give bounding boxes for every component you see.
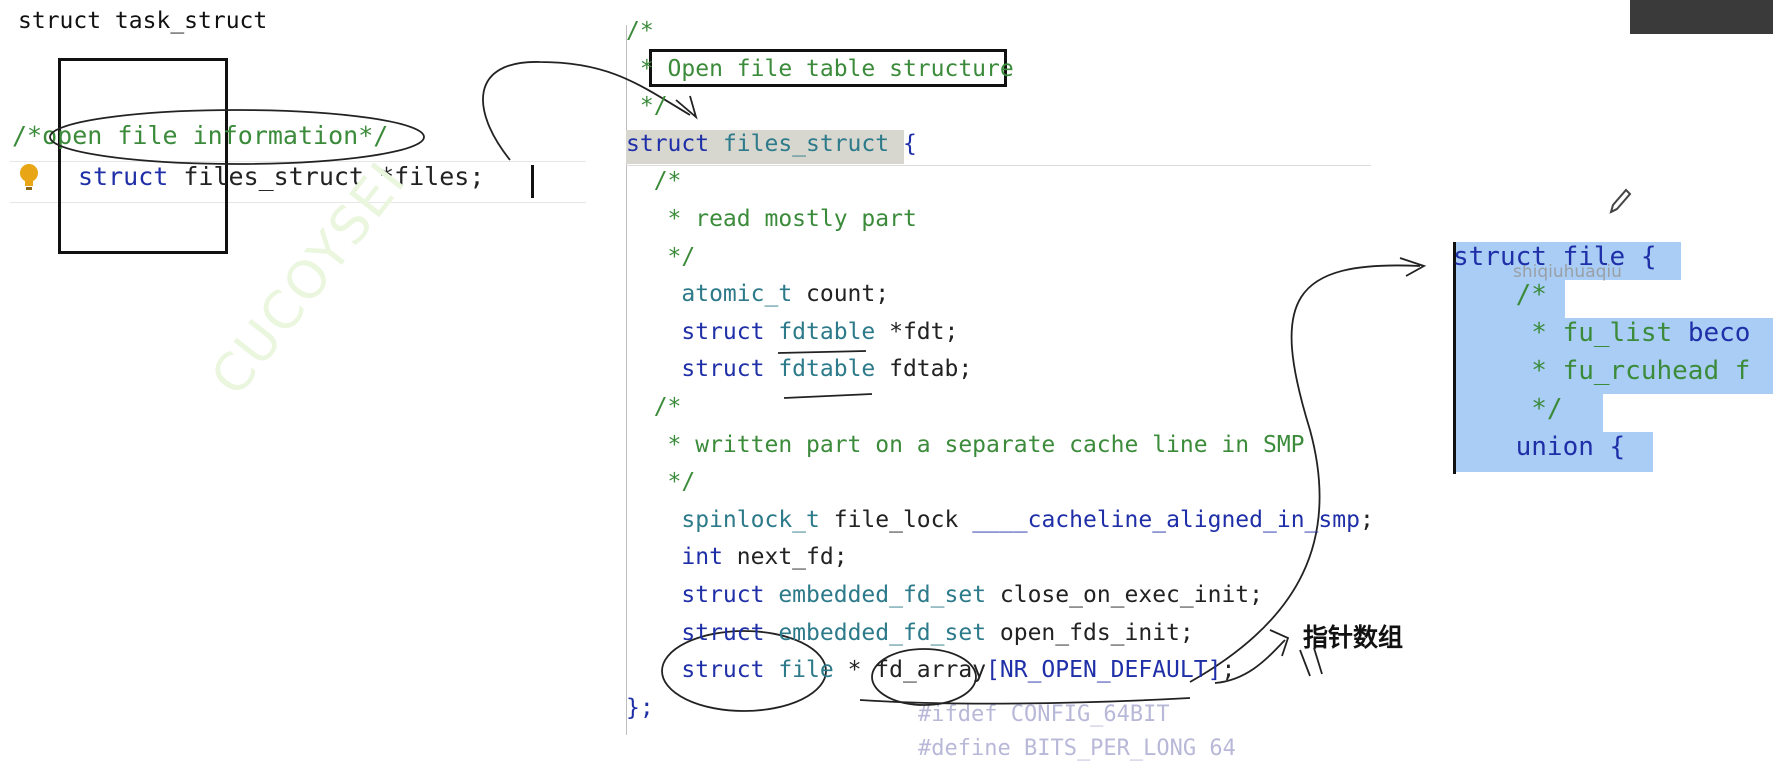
task-struct-title: struct task_struct <box>18 8 268 34</box>
editor-code-token: ; <box>1221 657 1236 684</box>
open-file-info-comment: /*open file information*/ <box>12 121 388 150</box>
editor-code-token: close_on_exec_init; <box>986 582 1263 608</box>
editor-code-token: next_fd; <box>722 544 848 571</box>
editor-code-line: /* <box>626 18 654 44</box>
pointer-array-label: 指针数组 <box>1303 623 1404 652</box>
editor-code-line: * Open file table structure <box>626 56 1014 82</box>
editor-code-line: * written part on a separate cache line … <box>626 432 1305 458</box>
editor-code-token: files_struct <box>722 130 890 157</box>
editor-code-token: count; <box>792 281 890 308</box>
file-struct-code-line: /* <box>1453 280 1547 310</box>
lightbulb-icon[interactable] <box>18 163 40 193</box>
editor-code-token: * written part on a separate cache line … <box>626 431 1305 458</box>
editor-code-token: ; <box>1359 506 1374 533</box>
file-struct-code-line: struct file { <box>1453 242 1657 272</box>
editor-code-line: */ <box>626 93 668 119</box>
editor-code-token: fdtab; <box>875 356 973 383</box>
editor-code-line: struct fdtable *fdt; <box>626 319 958 345</box>
editor-code-token: struct <box>626 582 779 608</box>
faded-code-line-2: #define BITS_PER_LONG 64 <box>918 736 1236 761</box>
editor-code-line: struct files_struct { <box>626 131 917 157</box>
editor-code-token: * read mostly part <box>626 206 917 232</box>
text-caret <box>531 165 534 198</box>
editor-code-line: /* <box>626 394 682 420</box>
underline-fdtable-1 <box>777 350 867 354</box>
editor-code-line: struct file * fd_array[NR_OPEN_DEFAULT]; <box>626 657 1235 683</box>
editor-code-token: *fdt; <box>875 318 959 345</box>
editor-code-line: struct embedded_fd_set close_on_exec_ini… <box>626 582 1263 608</box>
file-struct-code-token: * fu_list <box>1453 318 1688 348</box>
editor-code-token: /* <box>626 18 654 44</box>
comment-close: */ <box>358 121 389 150</box>
editor-code-token: { <box>889 130 917 157</box>
file-struct-code-token: beco <box>1687 318 1751 348</box>
editor-code-token: embedded_fd_set <box>778 619 987 646</box>
annotation-box-left <box>58 58 228 254</box>
editor-code-token: struct <box>626 318 779 345</box>
editor-code-line: struct embedded_fd_set open_fds_init; <box>626 619 1194 646</box>
editor-code-line: atomic_t count; <box>626 281 889 307</box>
file-struct-code-line: * fu_list beco <box>1453 318 1750 348</box>
editor-code-token: spinlock_t <box>626 506 820 533</box>
editor-code-token: }; <box>626 694 654 721</box>
file-struct-code-token: */ <box>1453 394 1563 424</box>
editor-code-line: struct fdtable fdtab; <box>626 356 972 382</box>
editor-code-token: atomic_t <box>626 281 793 308</box>
editor-current-line-border <box>626 165 1371 166</box>
faded-code-line-1: #ifdef CONFIG_64BIT <box>918 702 1170 727</box>
editor-code-token: /* <box>626 168 682 195</box>
struct-keyword: struct <box>78 162 169 191</box>
editor-code-token: /* <box>626 394 682 420</box>
files-field-declaration[interactable]: struct files_struct *files; <box>78 162 484 191</box>
editor-code-token: * fd_array <box>833 657 987 684</box>
editor-code-line: }; <box>626 695 654 721</box>
editor-code-token: file_lock <box>819 506 973 533</box>
editor-code-token: */ <box>626 469 696 496</box>
editor-code-token: int <box>626 544 723 571</box>
file-struct-code-line: * fu_rcuhead f <box>1453 356 1750 386</box>
file-struct-code-line: union { <box>1453 432 1626 462</box>
file-struct-code-token: struct <box>1453 242 1563 272</box>
editor-code-token: struct <box>626 356 779 383</box>
editor-code-token: fdtable <box>778 318 876 345</box>
editor-code-line: spinlock_t file_lock ____cacheline_align… <box>626 506 1374 533</box>
editor-code-line: */ <box>626 243 696 270</box>
editor-code-token: fdtable <box>778 356 876 383</box>
editor-code-token: */ <box>626 243 696 270</box>
editor-code-token: struct <box>626 130 723 157</box>
files-field-rest: files_struct *files; <box>168 162 485 191</box>
underline-fdtable-2 <box>783 393 873 399</box>
file-struct-code-token: * fu_rcuhead f <box>1453 356 1751 386</box>
editor-code-token: struct <box>626 619 779 646</box>
file-struct-code-line: */ <box>1453 394 1563 424</box>
editor-code-line: int next_fd; <box>626 544 848 571</box>
editor-code-line: /* <box>626 168 682 195</box>
editor-code-token: */ <box>626 93 668 120</box>
editor-code-token: [NR_OPEN_DEFAULT] <box>986 657 1222 684</box>
webcam-thumbnail <box>1630 0 1773 34</box>
file-struct-code-token: file { <box>1562 242 1657 272</box>
editor-code-line: * read mostly part <box>626 206 917 232</box>
editor-code-token: Open file table structure <box>667 55 1014 82</box>
comment-open: /* <box>12 121 43 150</box>
editor-code-line: */ <box>626 469 696 496</box>
file-struct-code-token: /* <box>1453 280 1547 310</box>
editor-code-token: ____cacheline_aligned_in_smp <box>972 506 1360 533</box>
file-struct-code-token: union { <box>1453 432 1626 462</box>
editor-code-token: * <box>626 55 668 82</box>
comment-text: open file information <box>42 121 359 150</box>
editor-code-token: open_fds_init; <box>986 619 1194 646</box>
editor-code-token: struct <box>626 657 779 684</box>
editor-code-token: file <box>778 657 834 684</box>
editor-code-token: embedded_fd_set <box>778 582 987 608</box>
pencil-icon[interactable] <box>1607 186 1633 216</box>
